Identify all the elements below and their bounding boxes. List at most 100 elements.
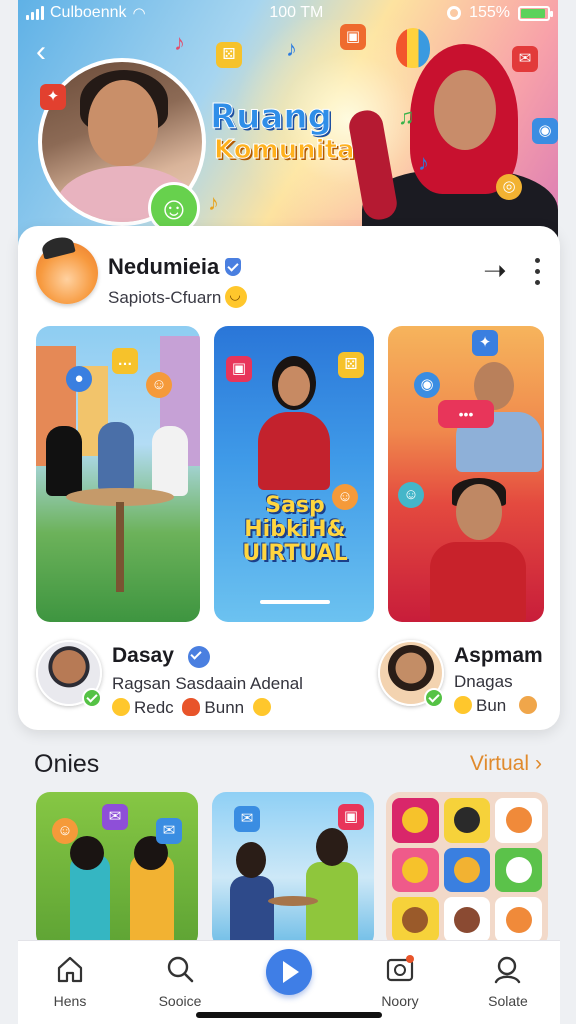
thumb-sticker-grid[interactable]	[386, 792, 548, 948]
sticker-icon	[392, 847, 439, 893]
community-name: Nedumieia	[108, 254, 242, 280]
sticker-icon	[443, 847, 491, 893]
play-button[interactable]	[266, 949, 312, 995]
community-subtitle: Sapiots-Cfuarn	[108, 286, 248, 308]
more-options-icon[interactable]	[530, 254, 544, 288]
member-subtitle-dasay: Ragsan Sasdaain Adenal	[112, 674, 303, 693]
verified-check-icon	[424, 688, 444, 708]
camera-icon: ◉	[532, 118, 558, 144]
sticker-icon	[495, 798, 542, 843]
battery-icon	[518, 5, 553, 21]
verified-badge-icon	[188, 646, 210, 668]
emoji-icon	[112, 698, 130, 716]
music-note-icon: ♪	[208, 190, 219, 215]
grin-emoji-icon	[225, 286, 248, 308]
music-note-icon: ♪	[418, 150, 429, 175]
share-arrow-icon[interactable]: ➝	[480, 256, 510, 286]
notification-icon	[384, 953, 416, 985]
bear-icon	[518, 696, 537, 714]
chat-icon: ✉	[102, 804, 128, 830]
community-name-text: Nedumieia	[108, 254, 220, 279]
section-title: Onies	[34, 750, 100, 778]
tile-livestream[interactable]: ••• ◉ ✦ ☺	[388, 326, 544, 622]
sticker-icon	[495, 897, 542, 942]
carrier-label: Culboennk	[50, 4, 127, 21]
tile-cafe-meetup[interactable]: … ● ☺	[36, 326, 200, 622]
sticker-icon	[443, 798, 491, 843]
smile-icon: ☺	[146, 372, 172, 398]
community-card: Nedumieia Sapiots-Cfuarn ➝ … ● ☺ ▣ ⚄ ☺ S…	[18, 226, 560, 730]
verified-badge-icon	[225, 258, 242, 276]
nav-profile-label: Solate	[488, 993, 528, 1009]
status-bar: Culboennk ◠ 100 TM 155%	[0, 0, 576, 26]
flame-icon	[182, 698, 201, 716]
member-stats-aspmam: Bun	[454, 696, 541, 716]
game-icon: ✦	[40, 84, 66, 110]
member-subtitle-aspmam: Dnagas	[454, 672, 513, 691]
chat-icon: ✉	[512, 46, 538, 72]
featured-tiles: … ● ☺ ▣ ⚄ ☺ Sasp HibkiH& UIRTUAL ••• ◉ ✦…	[36, 326, 544, 624]
profile-icon	[492, 953, 524, 985]
back-button[interactable]: ‹	[36, 37, 64, 67]
thumb-friends-chat[interactable]: ☺ ✉ ✉	[36, 792, 198, 948]
community-hero-banner: ☺ Ruang Komunitas ⚄ ▣ ✉ ◉ ◎ ✦ ♪ ♫ ♪ ♪ ♪	[18, 0, 558, 250]
verified-check-icon	[82, 688, 102, 708]
nav-home-label: Hens	[53, 993, 87, 1009]
signal-icon	[26, 6, 44, 20]
sticker-icon	[495, 847, 542, 893]
sticker-icon	[443, 897, 491, 942]
nav-home[interactable]: Hens	[30, 953, 110, 1009]
smile-icon: ☺	[52, 818, 78, 844]
members-row: Dasay Ragsan Sasdaain Adenal Redc Bunn A…	[36, 640, 544, 720]
live-chat-bubble: •••	[438, 400, 494, 428]
mail-icon: ✉	[156, 818, 182, 844]
wifi-icon: ◠	[132, 5, 146, 22]
tv-icon: ▣	[338, 804, 364, 830]
member-name-aspmam: Aspmam	[454, 644, 543, 667]
nav-search[interactable]: Sooice	[140, 953, 220, 1009]
virtual-event-title: Sasp HibkiH& UIRTUAL	[242, 493, 348, 567]
alarm-icon	[447, 6, 462, 20]
member-stats-dasay: Redc Bunn	[112, 698, 275, 718]
tv-icon: ▣	[340, 24, 366, 50]
tile-virtual-event[interactable]: ▣ ⚄ ☺ Sasp HibkiH& UIRTUAL	[214, 326, 374, 622]
tv-icon: ▣	[226, 356, 252, 382]
search-icon	[164, 953, 196, 985]
smile-icon: ☺	[398, 482, 424, 508]
member-name-dasay: Dasay	[112, 644, 174, 667]
section-see-all-link[interactable]: Virtual ›	[470, 752, 542, 776]
community-profile-row: Nedumieia Sapiots-Cfuarn ➝	[36, 242, 544, 312]
section-thumbnails: ☺ ✉ ✉ ✉ ▣	[36, 792, 548, 948]
dice-icon: ⚄	[338, 352, 364, 378]
chat-bubble-icon: …	[112, 348, 138, 374]
nav-notifications[interactable]: Noory	[360, 953, 440, 1009]
music-note-icon: ♪	[174, 30, 185, 55]
home-icon	[54, 953, 86, 985]
chat-icon: ✉	[234, 806, 260, 832]
clock: 100 TM	[269, 4, 324, 21]
thumb-game-session[interactable]: ✉ ▣	[212, 792, 374, 948]
dice-icon: ⚄	[216, 42, 242, 68]
sticker-icon	[392, 897, 439, 942]
music-note-icon: ♪	[286, 36, 297, 61]
music-note-icon: ♫	[398, 104, 415, 129]
community-avatar[interactable]	[36, 242, 98, 304]
community-subtitle-text: Sapiots-Cfuarn	[108, 288, 222, 307]
member-stat-a: Redc	[134, 698, 174, 717]
coin-icon	[454, 696, 472, 714]
game-icon: ✦	[472, 330, 498, 356]
sticker-icon	[392, 798, 439, 843]
nav-notifications-label: Noory	[381, 993, 419, 1009]
battery-percent: 155%	[469, 4, 510, 21]
home-indicator[interactable]	[196, 1012, 382, 1018]
nav-profile[interactable]: Solate	[468, 953, 548, 1009]
chevron-right-icon: ›	[535, 752, 542, 775]
user-icon: ●	[66, 366, 92, 392]
grin-emoji-icon	[252, 698, 271, 716]
nav-search-label: Sooice	[158, 993, 202, 1009]
camera-icon: ◉	[414, 372, 440, 398]
ring-icon: ◎	[496, 174, 522, 200]
member-stat-b: Bunn	[204, 698, 245, 717]
member-stat-c: Bun	[476, 696, 507, 715]
section-link-text: Virtual	[469, 752, 529, 775]
